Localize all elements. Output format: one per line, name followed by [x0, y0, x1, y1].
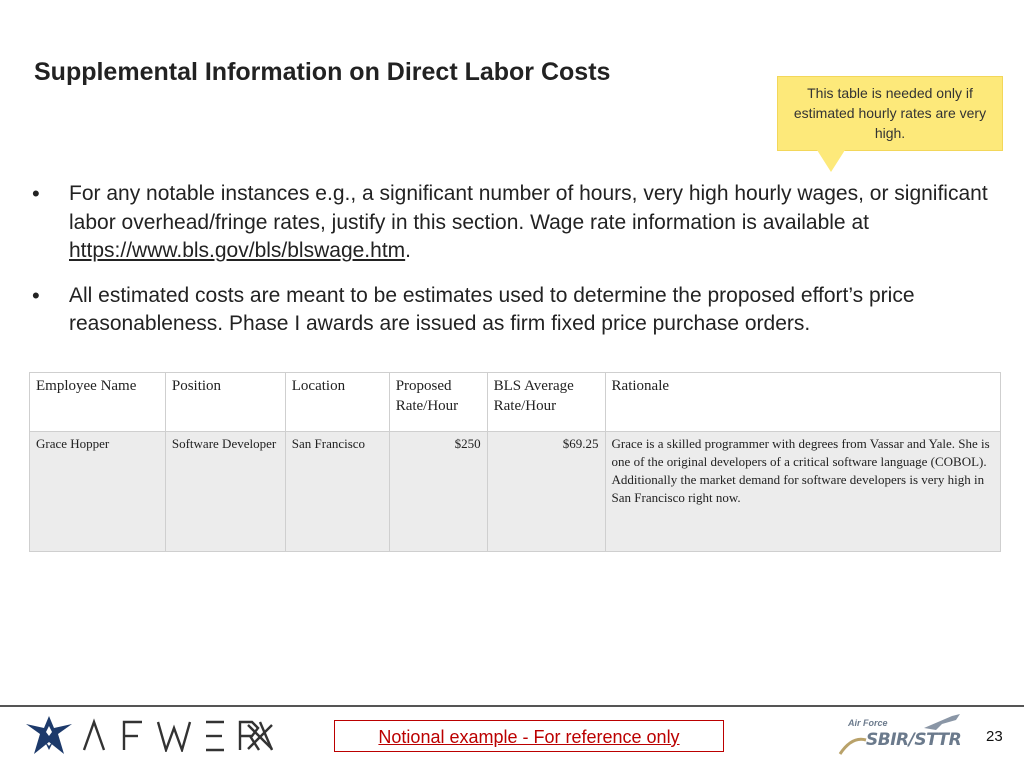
page-number: 23: [986, 728, 1003, 745]
sbir-sttr-logo: Air Force SBIR/STTR: [838, 712, 978, 760]
bullet-text: All estimated costs are meant to be esti…: [69, 283, 915, 336]
cell-location: San Francisco: [284, 431, 390, 552]
bullet-text: For any notable instances e.g., a signif…: [69, 182, 988, 234]
bls-wage-link[interactable]: https://www.bls.gov/bls/blswage.htm: [69, 239, 405, 262]
bullet-dot-icon: •: [32, 181, 40, 206]
cell-position: Software Developer: [164, 431, 286, 552]
cell-proposed-rate: $250: [388, 431, 488, 552]
footer-divider: [0, 705, 1024, 707]
header-rationale: Rationale: [604, 372, 1002, 432]
notional-example-banner: Notional example - For reference only: [334, 720, 724, 752]
cell-bls-rate: $69.25: [486, 431, 606, 552]
callout-note: This table is needed only if estimated h…: [777, 76, 1003, 151]
header-position: Position: [164, 372, 286, 432]
table-header-row: Employee Name Position Location Proposed…: [29, 372, 1002, 432]
labor-cost-table: Employee Name Position Location Proposed…: [29, 372, 1002, 552]
callout-tail: [817, 150, 845, 172]
header-location: Location: [284, 372, 390, 432]
cell-employee-name: Grace Hopper: [29, 431, 166, 552]
cell-rationale: Grace is a skilled programmer with degre…: [604, 431, 1002, 552]
bullet-dot-icon: •: [32, 282, 40, 308]
header-bls-rate: BLS Average Rate/Hour: [486, 372, 606, 432]
sbir-sttr-label: SBIR/STTR: [866, 730, 962, 750]
swoosh-icon: [838, 737, 867, 755]
jet-icon: [924, 714, 960, 730]
afwerx-x-mark-icon: [247, 724, 273, 750]
air-force-wings-logo: [24, 712, 74, 763]
bullet-list: • For any notable instances e.g., a sign…: [28, 180, 998, 339]
bullet-item-2: • All estimated costs are meant to be es…: [28, 282, 998, 339]
sbir-air-force-label: Air Force: [848, 718, 888, 728]
header-proposed-rate: Proposed Rate/Hour: [388, 372, 488, 432]
slide-title: Supplemental Information on Direct Labor…: [34, 58, 611, 86]
table-row: Grace Hopper Software Developer San Fran…: [29, 431, 1002, 552]
header-employee-name: Employee Name: [29, 372, 166, 432]
bullet-text-end: .: [405, 239, 411, 262]
bullet-item-1: • For any notable instances e.g., a sign…: [28, 180, 998, 266]
